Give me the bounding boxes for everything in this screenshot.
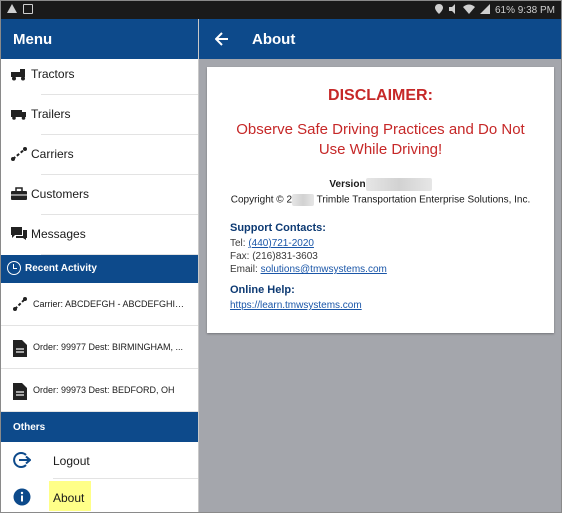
about-card: DISCLAIMER: Observe Safe Driving Practic…	[207, 67, 554, 333]
back-arrow-icon[interactable]	[214, 32, 229, 46]
document-icon	[13, 340, 27, 357]
online-help-line: https://learn.tmwsystems.com	[230, 300, 362, 311]
recent-activity-header: Recent Activity	[1, 255, 198, 283]
warning-icon	[7, 4, 17, 13]
status-bar: 61% 9:38 PM	[1, 1, 561, 19]
recent-activity-label: Recent Activity	[25, 263, 97, 274]
customer-icon	[11, 187, 27, 201]
page-title: About	[252, 31, 296, 48]
email-line: Email: solutions@tmwsystems.com	[230, 264, 387, 275]
info-icon	[13, 488, 31, 506]
version-line: Version	[207, 178, 554, 191]
menu-item-label: Tractors	[31, 67, 75, 81]
online-help-link[interactable]: https://learn.tmwsystems.com	[230, 300, 362, 311]
email-label: Email:	[230, 264, 261, 275]
message-icon	[11, 227, 27, 241]
tel-link[interactable]: (440)721-2020	[248, 238, 314, 249]
support-contacts-title: Support Contacts:	[230, 222, 326, 234]
fax-line: Fax: (216)831-3603	[230, 251, 318, 262]
copyright-prefix: Copyright © 2	[230, 194, 293, 206]
copyright-line: Copyright © 2 Trimble Transportation Ent…	[207, 194, 554, 206]
carrier-icon	[11, 147, 27, 161]
disclaimer-title: DISCLAIMER:	[328, 87, 433, 104]
logout-button[interactable]: Logout	[13, 442, 198, 479]
menu-item-label: Customers	[31, 187, 90, 201]
about-label: About	[53, 491, 85, 505]
menu-item-label: Messages	[31, 227, 86, 241]
recent-item-order[interactable]: Order: 99977 Dest: BIRMINGHAM, ...	[1, 326, 198, 369]
menu-item-customers[interactable]: Customers	[11, 175, 198, 215]
menu-item-tractors[interactable]: Tractors	[11, 59, 198, 95]
menu-item-messages[interactable]: Messages	[11, 215, 198, 255]
menu-item-label: Carriers	[31, 147, 74, 161]
disclaimer-text: Observe Safe Driving Practices and Do No…	[236, 121, 525, 158]
copyright-suffix: Trimble Transportation Enterprise Soluti…	[316, 194, 531, 206]
recent-item-carrier[interactable]: Carrier: ABCDEFGH - ABCDEFGHIJ...	[1, 283, 198, 326]
recent-item-order[interactable]: Order: 99973 Dest: BEDFORD, OH	[1, 369, 198, 412]
carrier-icon	[13, 297, 27, 313]
notification-icon	[23, 4, 33, 14]
logout-icon	[13, 451, 32, 469]
menu-item-trailers[interactable]: Trailers	[11, 95, 198, 135]
signal-icon	[479, 4, 490, 17]
document-icon	[13, 383, 27, 400]
clock-icon	[7, 261, 21, 275]
battery-and-time: 61% 9:38 PM	[494, 5, 555, 16]
mute-icon	[448, 4, 458, 17]
about-page: About DISCLAIMER: Observe Safe Driving P…	[199, 19, 561, 512]
recent-item-label: Carrier: ABCDEFGH - ABCDEFGHIJ...	[33, 299, 185, 309]
wifi-icon	[462, 4, 475, 17]
logout-label: Logout	[53, 454, 90, 468]
recent-item-label: Order: 99973 Dest: BEDFORD, OH	[33, 385, 175, 395]
redacted-version	[365, 178, 432, 191]
online-help-title: Online Help:	[230, 284, 295, 296]
about-button[interactable]: About	[13, 479, 198, 512]
tel-label: Tel:	[230, 238, 249, 249]
email-link[interactable]: solutions@tmwsystems.com	[261, 264, 387, 275]
tel-line: Tel: (440)721-2020	[230, 238, 314, 249]
version-label: Version	[329, 179, 366, 191]
trailer-icon	[11, 107, 27, 121]
navigation-drawer: Menu Tractors Trailers Carriers Customer…	[1, 19, 199, 512]
drawer-title: Menu	[1, 19, 198, 59]
tractor-icon	[11, 67, 27, 81]
recent-item-label: Order: 99977 Dest: BIRMINGHAM, ...	[33, 342, 184, 352]
menu-item-label: Trailers	[31, 107, 71, 121]
location-icon	[434, 4, 443, 17]
app-bar: About	[199, 19, 561, 59]
menu-item-carriers[interactable]: Carriers	[11, 135, 198, 175]
app-window: 61% 9:38 PM Menu Tractors Trailers Carri…	[0, 0, 562, 513]
others-header: Others	[1, 412, 198, 442]
redacted-year	[292, 194, 315, 206]
